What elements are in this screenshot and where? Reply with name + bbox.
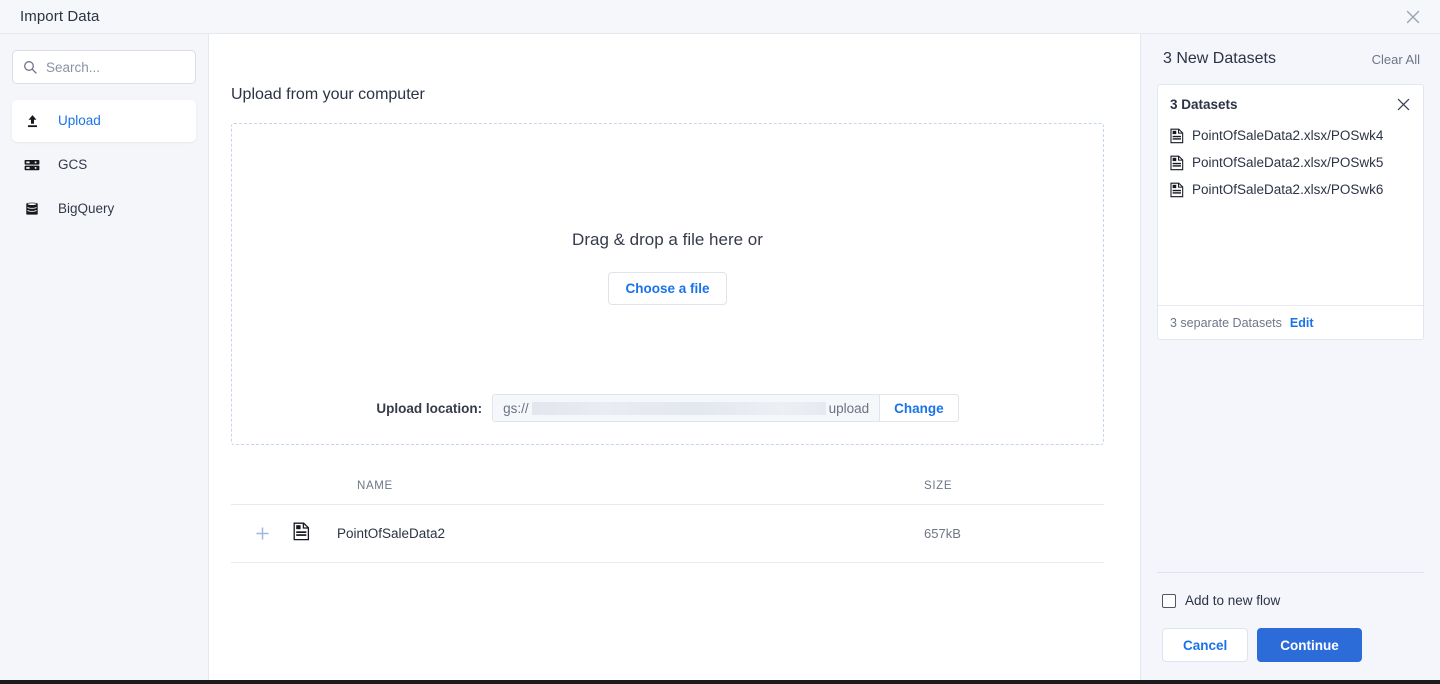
add-to-new-flow-checkbox[interactable] bbox=[1162, 594, 1176, 608]
file-icon-cell bbox=[293, 522, 337, 546]
close-icon[interactable] bbox=[1394, 95, 1413, 114]
table-header-name: NAME bbox=[337, 480, 924, 492]
table-row[interactable]: PointOfSaleData2 657kB bbox=[231, 505, 1104, 563]
search-icon bbox=[23, 60, 37, 74]
expand-row-cell bbox=[231, 526, 293, 541]
upload-location-prefix: gs:// bbox=[503, 401, 529, 416]
file-size-cell: 657kB bbox=[924, 526, 1104, 541]
action-buttons: Cancel Continue bbox=[1157, 628, 1424, 662]
change-location-button[interactable]: Change bbox=[880, 394, 959, 422]
list-item[interactable]: PointOfSaleData2.xlsx/POSwk4 bbox=[1158, 122, 1423, 149]
sidebar-item-label: BigQuery bbox=[58, 202, 114, 216]
excel-file-icon bbox=[1170, 182, 1184, 198]
dataset-count-label: 3 separate Datasets bbox=[1170, 316, 1282, 330]
list-item[interactable]: PointOfSaleData2.xlsx/POSwk5 bbox=[1158, 149, 1423, 176]
footer-divider bbox=[1157, 572, 1424, 573]
dropzone-text: Drag & drop a file here or bbox=[572, 230, 763, 250]
dataset-name: PointOfSaleData2.xlsx/POSwk4 bbox=[1192, 128, 1383, 143]
dataset-name: PointOfSaleData2.xlsx/POSwk6 bbox=[1192, 182, 1383, 197]
list-item[interactable]: PointOfSaleData2.xlsx/POSwk6 bbox=[1158, 176, 1423, 203]
continue-button[interactable]: Continue bbox=[1257, 628, 1362, 662]
table-header-size: SIZE bbox=[924, 480, 1104, 492]
dataset-card-header: 3 Datasets bbox=[1158, 89, 1423, 119]
sidebar-item-gcs[interactable]: GCS bbox=[12, 144, 196, 186]
sidebar-item-upload[interactable]: Upload bbox=[12, 100, 196, 142]
upload-location-label: Upload location: bbox=[376, 401, 482, 416]
search-box[interactable] bbox=[12, 50, 196, 84]
sidebar-item-label: Upload bbox=[58, 114, 101, 128]
file-dropzone[interactable]: Drag & drop a file here or Choose a file… bbox=[231, 123, 1104, 445]
cancel-button[interactable]: Cancel bbox=[1162, 628, 1248, 662]
upload-section-title: Upload from your computer bbox=[231, 86, 1104, 104]
upload-icon bbox=[22, 111, 42, 131]
table-header-row: NAME SIZE bbox=[231, 467, 1104, 505]
dialog-titlebar: Import Data bbox=[0, 0, 1440, 34]
dataset-card-title: 3 Datasets bbox=[1170, 97, 1238, 112]
dialog-body: Upload GCS bbox=[0, 34, 1440, 684]
upload-location-field[interactable]: gs:// upload bbox=[492, 394, 880, 422]
server-icon bbox=[22, 155, 42, 175]
search-input[interactable] bbox=[46, 60, 185, 75]
panel-footer: Add to new flow Cancel Continue bbox=[1157, 572, 1424, 662]
edit-datasets-link[interactable]: Edit bbox=[1290, 316, 1314, 330]
new-datasets-title: 3 New Datasets bbox=[1163, 50, 1276, 68]
dataset-list: PointOfSaleData2.xlsx/POSwk4 bbox=[1158, 119, 1423, 305]
dataset-card: 3 Datasets bbox=[1157, 84, 1424, 340]
add-to-new-flow-row[interactable]: Add to new flow bbox=[1157, 593, 1424, 608]
dropzone-center: Drag & drop a file here or Choose a file bbox=[232, 230, 1103, 305]
sidebar-item-bigquery[interactable]: BigQuery bbox=[12, 188, 196, 230]
window-bottom-edge bbox=[0, 680, 1440, 684]
dataset-card-footer: 3 separate Datasets Edit bbox=[1158, 305, 1423, 339]
excel-file-icon bbox=[293, 522, 310, 546]
panel-header: 3 New Datasets Clear All bbox=[1157, 34, 1424, 84]
add-to-new-flow-label: Add to new flow bbox=[1185, 593, 1280, 608]
database-icon bbox=[22, 199, 42, 219]
close-icon[interactable] bbox=[1400, 4, 1426, 30]
upload-location-redacted-value bbox=[532, 402, 826, 415]
excel-file-icon bbox=[1170, 155, 1184, 171]
uploaded-files-table: NAME SIZE bbox=[231, 467, 1104, 563]
page-title: Import Data bbox=[0, 8, 99, 25]
excel-file-icon bbox=[1170, 128, 1184, 144]
upload-location-row: Upload location: gs:// upload Change bbox=[232, 394, 1103, 422]
new-datasets-panel: 3 New Datasets Clear All 3 Datasets bbox=[1140, 34, 1440, 684]
sidebar-item-label: GCS bbox=[58, 158, 87, 172]
file-name-cell: PointOfSaleData2 bbox=[337, 526, 924, 541]
plus-icon[interactable] bbox=[255, 526, 270, 541]
upload-location-suffix: upload bbox=[829, 401, 870, 416]
main-content: Upload from your computer Drag & drop a … bbox=[209, 34, 1140, 684]
choose-a-file-button[interactable]: Choose a file bbox=[608, 272, 726, 305]
dataset-name: PointOfSaleData2.xlsx/POSwk5 bbox=[1192, 155, 1383, 170]
sidebar: Upload GCS bbox=[0, 34, 209, 684]
clear-all-button[interactable]: Clear All bbox=[1372, 52, 1420, 67]
import-data-dialog: Import Data bbox=[0, 0, 1440, 684]
